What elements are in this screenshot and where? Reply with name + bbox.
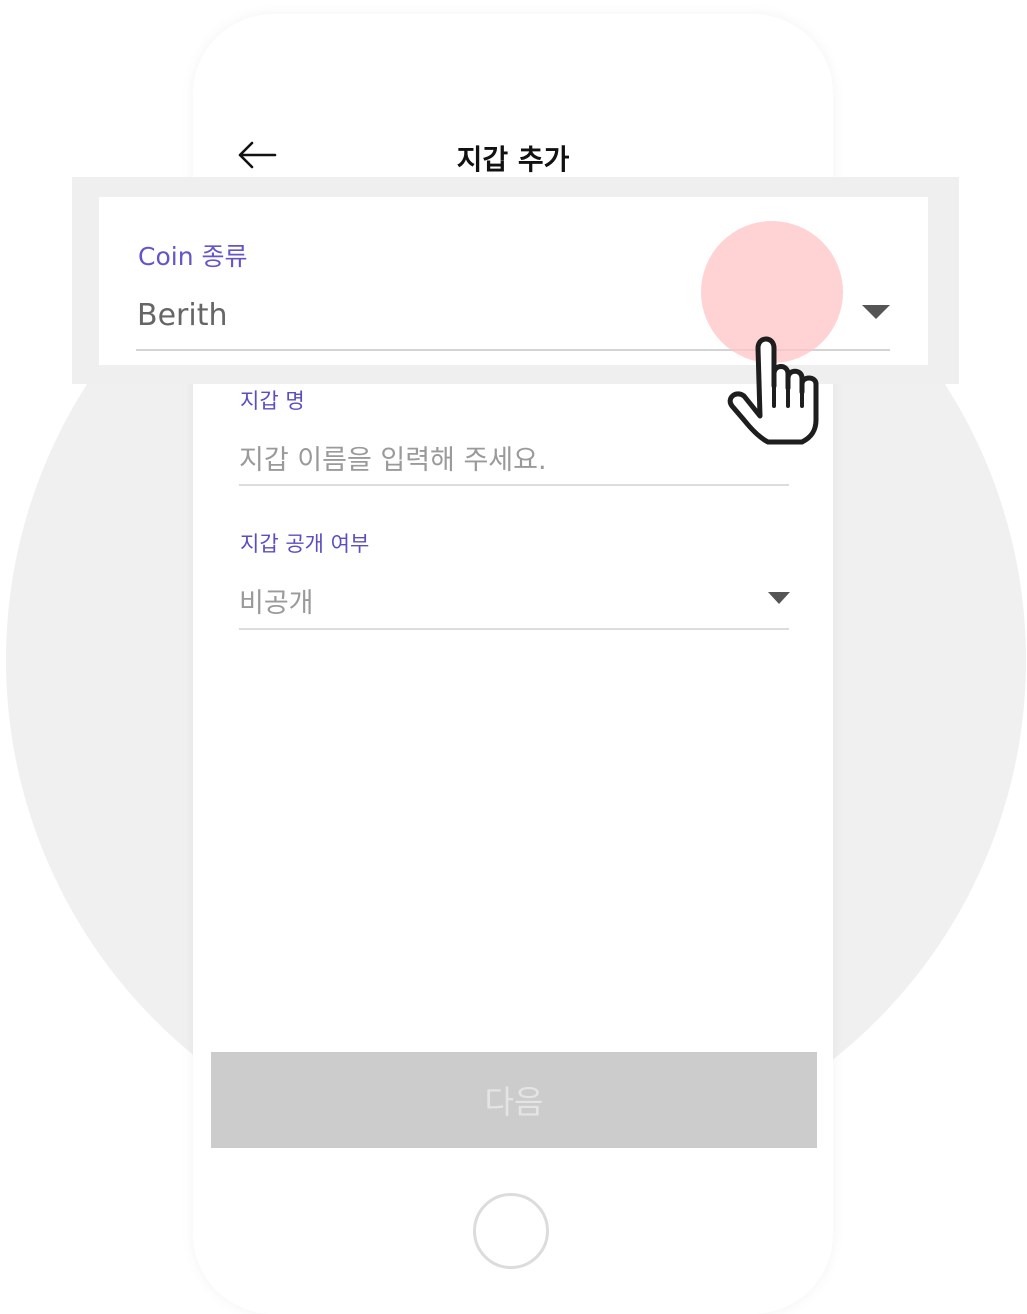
arrow-left-icon xyxy=(238,141,277,169)
wallet-visibility-label: 지갑 공개 여부 xyxy=(240,532,370,556)
wallet-visibility-underline xyxy=(239,628,789,630)
home-button[interactable] xyxy=(473,1193,549,1269)
next-button[interactable]: 다음 xyxy=(211,1052,817,1148)
wallet-name-underline xyxy=(239,484,789,486)
coin-type-label: Coin 종류 xyxy=(138,242,248,271)
page-title: 지갑 추가 xyxy=(456,143,570,176)
caret-down-icon[interactable] xyxy=(768,592,790,604)
wallet-name-label: 지갑 명 xyxy=(240,389,305,413)
pointing-hand-icon xyxy=(727,336,819,445)
back-button[interactable] xyxy=(236,135,278,175)
caret-down-icon[interactable] xyxy=(862,305,890,319)
wallet-name-input[interactable]: 지갑 이름을 입력해 주세요. xyxy=(239,438,787,477)
coin-type-select[interactable]: Berith xyxy=(137,298,227,333)
wallet-visibility-select[interactable]: 비공개 xyxy=(239,581,739,620)
